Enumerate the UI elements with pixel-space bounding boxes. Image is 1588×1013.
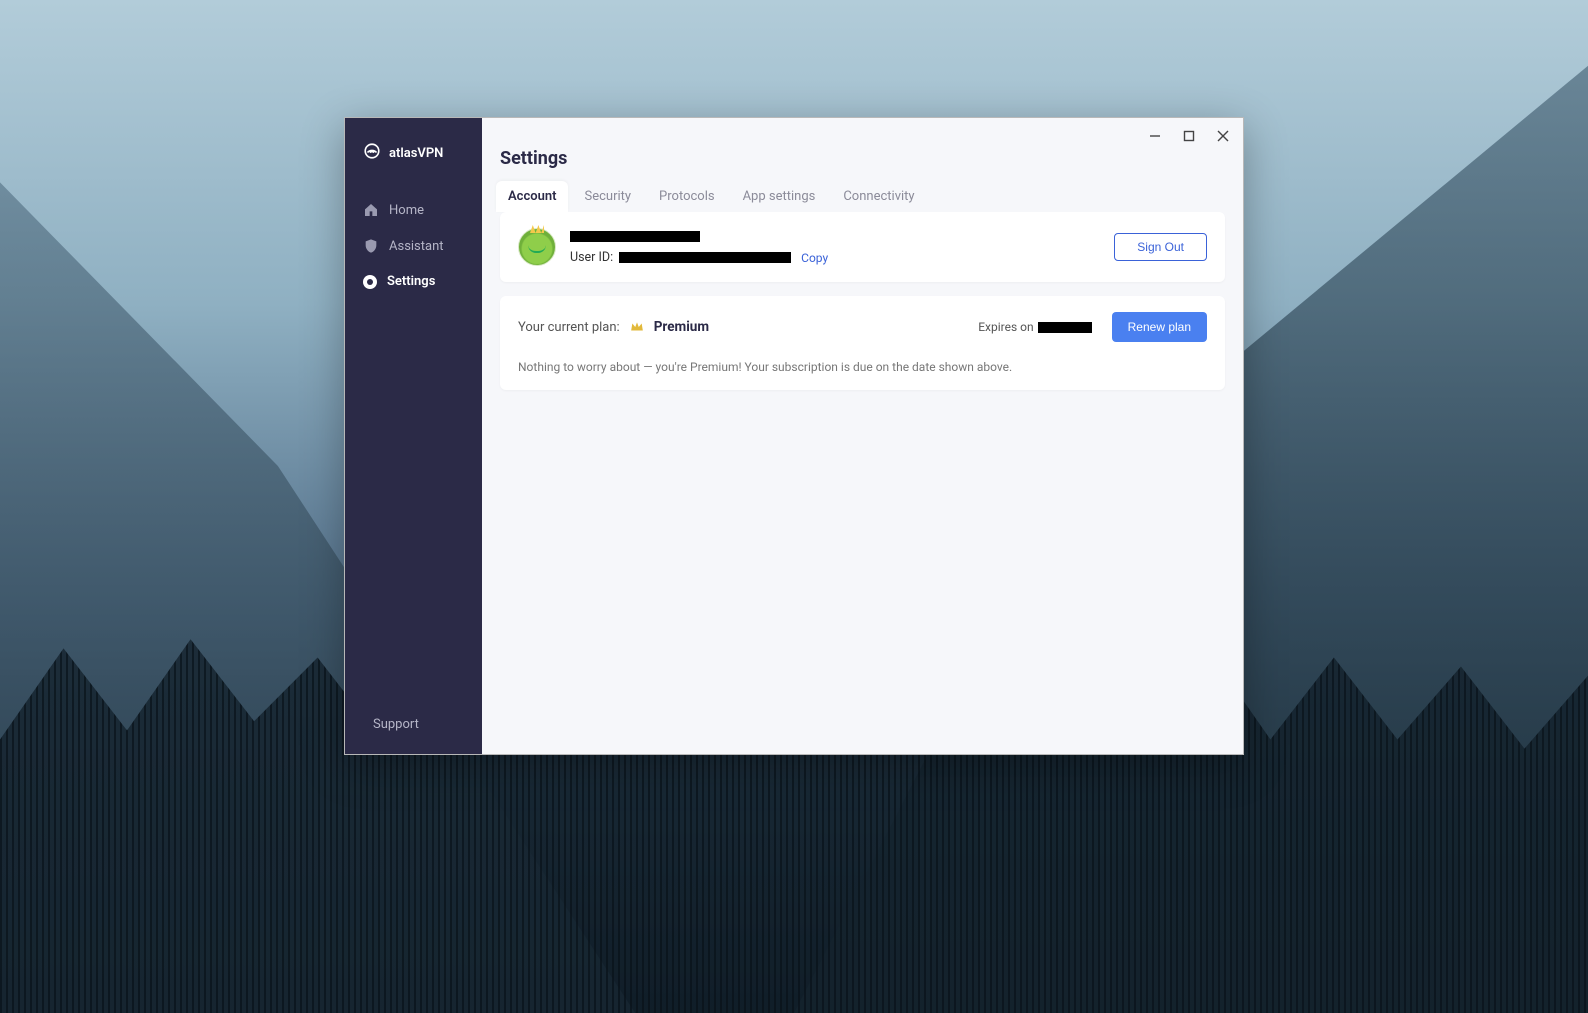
renew-plan-button[interactable]: Renew plan: [1112, 312, 1207, 342]
plan-current-label: Your current plan:: [518, 320, 620, 335]
sidebar-item-label: Support: [373, 717, 419, 732]
settings-icon: [363, 275, 377, 289]
plan-card: Your current plan: Premium Expires on Re…: [500, 296, 1225, 390]
expires-label: Expires on: [978, 320, 1033, 334]
crown-icon: [630, 318, 644, 337]
sidebar: atlasVPN Home Assistant Settings: [345, 118, 482, 754]
tab-connectivity[interactable]: Connectivity: [831, 181, 926, 212]
redacted-email: [570, 231, 700, 242]
window-controls: [482, 118, 1243, 148]
main-panel: Settings Account Security Protocols App …: [482, 118, 1243, 754]
minimize-button[interactable]: [1147, 128, 1163, 144]
sidebar-item-label: Settings: [387, 274, 435, 289]
sign-out-button[interactable]: Sign Out: [1114, 233, 1207, 261]
plan-top-row: Your current plan: Premium Expires on Re…: [518, 312, 1207, 342]
sidebar-item-support[interactable]: Support: [345, 707, 482, 738]
sidebar-item-settings[interactable]: Settings: [345, 264, 482, 299]
sidebar-item-home[interactable]: Home: [345, 192, 482, 228]
brand-name: atlasVPN: [389, 146, 443, 161]
brand-logo: atlasVPN: [345, 134, 482, 192]
plan-expires: Expires on: [978, 320, 1091, 334]
plan-name: Premium: [654, 319, 709, 335]
tab-account[interactable]: Account: [496, 181, 568, 212]
plan-description: Nothing to worry about — you're Premium!…: [518, 360, 1207, 374]
redacted-expiry-date: [1038, 322, 1092, 333]
settings-tabs: Account Security Protocols App settings …: [482, 181, 1243, 212]
avatar: [518, 228, 556, 266]
shield-icon: [363, 238, 379, 254]
settings-content: User ID: Copy Sign Out Your current plan…: [482, 212, 1243, 754]
tab-app-settings[interactable]: App settings: [731, 181, 828, 212]
sidebar-item-label: Home: [389, 203, 424, 218]
close-button[interactable]: [1215, 128, 1231, 144]
tab-security[interactable]: Security: [572, 181, 643, 212]
sidebar-item-label: Assistant: [389, 239, 444, 254]
app-window: atlasVPN Home Assistant Settings: [344, 117, 1244, 755]
sidebar-nav: Home Assistant Settings: [345, 192, 482, 707]
home-icon: [363, 202, 379, 218]
sidebar-item-assistant[interactable]: Assistant: [345, 228, 482, 264]
account-email: [570, 229, 1100, 244]
page-title: Settings: [482, 148, 1243, 181]
tab-protocols[interactable]: Protocols: [647, 181, 727, 212]
account-info: User ID: Copy: [570, 229, 1100, 265]
redacted-user-id: [619, 252, 791, 263]
atlas-logo-icon: [363, 142, 381, 164]
maximize-button[interactable]: [1181, 128, 1197, 144]
copy-user-id-link[interactable]: Copy: [801, 251, 828, 265]
user-id-row: User ID: Copy: [570, 250, 1100, 265]
user-id-label: User ID:: [570, 250, 613, 265]
account-card: User ID: Copy Sign Out: [500, 212, 1225, 282]
